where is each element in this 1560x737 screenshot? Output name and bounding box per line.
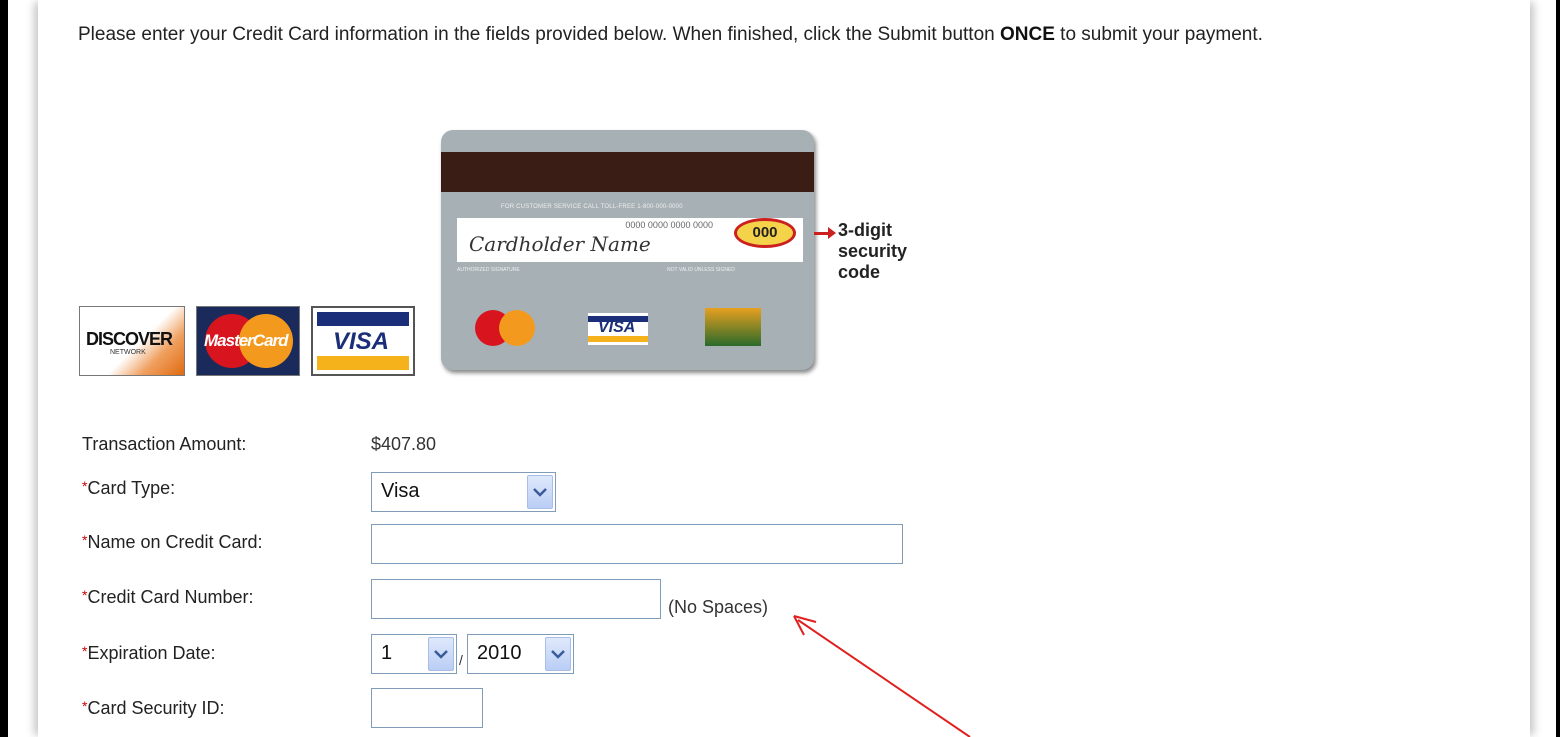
card-number-input[interactable] [371, 579, 661, 619]
security-code-callout: 3-digit security code [838, 220, 908, 282]
magnetic-stripe [441, 152, 814, 192]
chevron-down-icon[interactable] [428, 637, 454, 671]
cardholder-name-script: Cardholder Name [469, 232, 651, 256]
security-id-input[interactable] [371, 688, 483, 728]
security-code-arrow-head [828, 227, 836, 239]
card-type-label: *Card Type: [82, 478, 176, 498]
visa-logo: VISA [311, 306, 415, 376]
customer-service-text: FOR CUSTOMER SERVICE CALL TOLL-FREE 1-80… [501, 204, 683, 210]
expiration-date-label: *Expiration Date: [82, 643, 216, 663]
name-on-card-input[interactable] [371, 524, 903, 564]
security-id-label: *Card Security ID: [82, 698, 225, 718]
card-novus-logo [705, 308, 761, 346]
transaction-amount-value: $407.80 [371, 434, 437, 454]
card-mastercard-logo [475, 310, 535, 346]
card-type-select[interactable]: Visa [371, 472, 556, 512]
transaction-amount-label: Transaction Amount: [82, 434, 247, 454]
date-separator: / [459, 652, 463, 668]
expiration-year-select[interactable]: 2010 [467, 634, 574, 674]
card-back-illustration: FOR CUSTOMER SERVICE CALL TOLL-FREE 1-80… [441, 130, 814, 370]
discover-logo: DISCOVER NETWORK [79, 306, 185, 376]
window-frame-left [0, 0, 8, 737]
not-valid-text: NOT VALID UNLESS SIGNED [667, 267, 735, 273]
chevron-down-icon[interactable] [545, 637, 571, 671]
authorized-signature-text: AUTHORIZED SIGNATURE [457, 267, 520, 273]
card-visa-logo: VISA [588, 313, 648, 345]
no-spaces-note: (No Spaces) [668, 597, 769, 617]
instructions-text: Please enter your Credit Card informatio… [78, 24, 1263, 45]
card-number-print: 0000 0000 0000 0000 [625, 220, 713, 230]
mastercard-logo: MasterCard [196, 306, 300, 376]
name-on-card-label: *Name on Credit Card: [82, 532, 263, 552]
window-frame-right [1556, 0, 1560, 737]
expiration-month-select[interactable]: 1 [371, 634, 457, 674]
chevron-down-icon[interactable] [527, 475, 553, 509]
card-number-label: *Credit Card Number: [82, 587, 254, 607]
instructions-emphasis: ONCE [999, 24, 1055, 45]
annotation-arrow [793, 615, 971, 737]
security-code-highlight: 000 [734, 218, 796, 248]
